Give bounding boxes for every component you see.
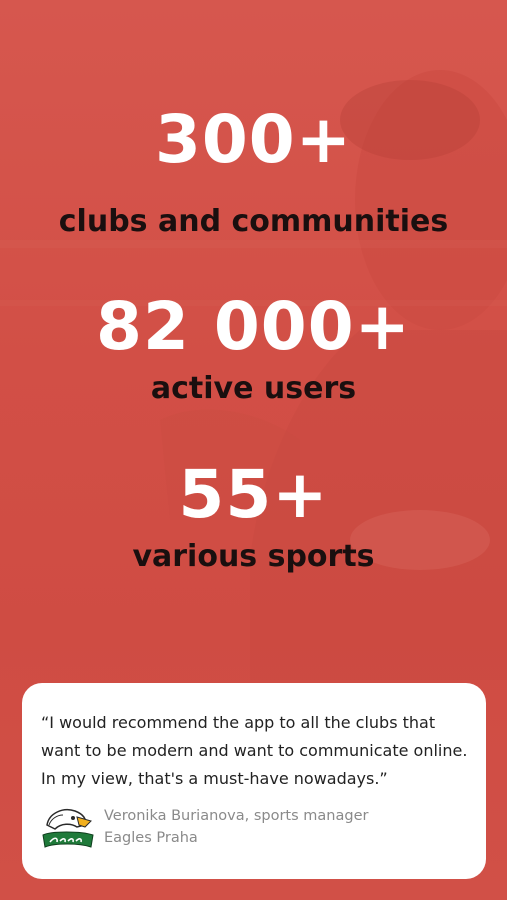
author-organization: Eagles Praha (104, 830, 198, 846)
author-name: Veronika Burianova, sports manager (104, 808, 369, 824)
stat-users: 82 000+ active users (0, 294, 507, 404)
stat-clubs: 300+ clubs and communities (0, 107, 507, 237)
eagles-logo-icon (42, 809, 94, 848)
testimonial-quote: “I would recommend the app to all the cl… (41, 713, 468, 788)
stat-label: clubs and communities (58, 204, 449, 239)
testimonial-author: Veronika Burianova, sports manager Eagle… (41, 805, 368, 853)
stat-sports: 55+ various sports (0, 462, 507, 572)
stat-label: various sports (132, 539, 375, 574)
stats-screen: 300+ clubs and communities 82 000+ activ… (0, 0, 507, 900)
stat-label: active users (150, 371, 357, 406)
stat-value: 55+ (178, 456, 329, 533)
stat-value: 82 000+ (96, 288, 411, 365)
author-info: Veronika Burianova, sports manager Eagle… (104, 805, 368, 849)
testimonial-card: “I would recommend the app to all the cl… (22, 683, 486, 879)
stat-value: 300+ (154, 101, 353, 178)
